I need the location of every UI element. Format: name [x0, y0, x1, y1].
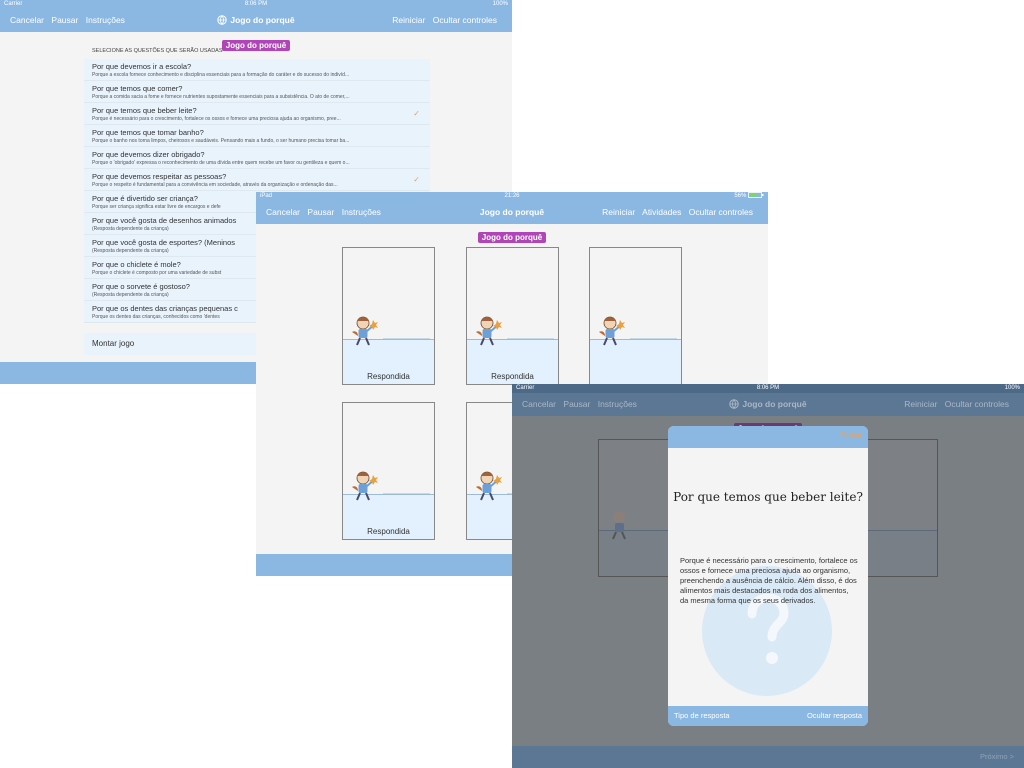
- child-illustration-icon: [476, 316, 502, 346]
- question-subtitle: Porque a escola fornece conhecimento e d…: [92, 72, 350, 78]
- question-card[interactable]: Respondida: [342, 402, 435, 540]
- card-status-label: Respondida: [367, 372, 410, 381]
- status-time: 21:26: [504, 193, 520, 199]
- battery-label: 100%: [492, 1, 508, 7]
- restart-button[interactable]: Reiniciar: [602, 207, 635, 217]
- restart-button[interactable]: Reiniciar: [904, 399, 937, 409]
- bottom-toolbar: Próximo >: [512, 746, 1024, 768]
- answer-modal: Fechar Por que temos que beber leite? Po…: [668, 426, 868, 726]
- battery-label: 56%: [734, 192, 764, 201]
- game-title-badge: Jogo do porquê: [477, 232, 547, 243]
- dimmed-card-left: [598, 439, 678, 577]
- navigation-bar: Cancelar Pausar Instruções Jogo do porqu…: [256, 201, 768, 224]
- activities-button[interactable]: Atividades: [642, 207, 681, 217]
- question-row[interactable]: Por que temos que comer? Porque a comida …: [84, 81, 430, 103]
- hide-answer-button[interactable]: Ocultar resposta: [807, 706, 862, 726]
- answer-type-button[interactable]: Tipo de resposta: [674, 706, 730, 726]
- game-title-badge: Jogo do porquê: [221, 40, 291, 51]
- child-illustration-icon: [352, 316, 378, 346]
- game-title-badge-wrap: Jogo do porquê: [0, 35, 512, 53]
- status-bar: iPad 21:26 56%: [256, 192, 768, 201]
- question-card[interactable]: [589, 247, 682, 385]
- modal-question: Por que temos que beber leite?: [673, 490, 863, 504]
- question-title: Por que devemos dizer obrigado?: [92, 150, 205, 159]
- question-row[interactable]: Por que temos que beber leite? Porque é n…: [84, 103, 430, 125]
- section-header: SELECIONE AS QUESTÕES QUE SERÃO USADAS: [92, 48, 223, 54]
- question-row[interactable]: Por que devemos ir a escola? Porque a esc…: [84, 59, 430, 81]
- battery-icon: [748, 192, 764, 198]
- game-title-badge-wrap: Jogo do porquê: [256, 227, 768, 245]
- child-illustration-icon: [352, 471, 378, 501]
- card-divider: [507, 338, 554, 339]
- question-subtitle: Porque a comida sacia a fome e fornece n…: [92, 94, 350, 100]
- question-subtitle: Porque o banho nos torna limpos, cheiros…: [92, 138, 350, 144]
- question-subtitle: Porque é necessário para o crescimento, …: [92, 116, 341, 122]
- question-title: Por que temos que beber leite?: [92, 106, 197, 115]
- nav-title-text: Jogo do porquê: [230, 15, 295, 25]
- checkmark-icon: ✓: [413, 175, 420, 184]
- navigation-bar: Cancelar Pausar Instruções Jogo do porqu…: [0, 9, 512, 32]
- question-card[interactable]: Respondida: [466, 247, 559, 385]
- question-subtitle: Porque o respeito é fundamental para a c…: [92, 182, 338, 188]
- card-status-label: Respondida: [491, 372, 534, 381]
- status-bar: Carrier 8:06 PM 100%: [0, 0, 512, 9]
- hide-controls-button[interactable]: Ocultar controles: [689, 207, 753, 217]
- child-illustration-icon: [599, 316, 625, 346]
- card-divider: [383, 493, 430, 494]
- question-card[interactable]: Respondida: [342, 247, 435, 385]
- globe-icon: [217, 15, 228, 25]
- question-title: Por que temos que comer?: [92, 84, 183, 93]
- navigation-bar: Cancelar Pausar Instruções Jogo do porqu…: [512, 393, 1024, 416]
- question-row[interactable]: Por que devemos respeitar as pessoas? Por…: [84, 169, 430, 191]
- restart-button[interactable]: Reiniciar: [392, 15, 425, 25]
- question-title: Por que devemos respeitar as pessoas?: [92, 172, 227, 181]
- battery-label: 100%: [1004, 385, 1020, 391]
- modal-header: Fechar: [668, 426, 868, 448]
- modal-footer: Tipo de resposta Ocultar resposta: [668, 706, 868, 726]
- checkmark-icon: ✓: [413, 109, 420, 118]
- globe-icon: [729, 399, 740, 409]
- modal-answer: Porque é necessário para o crescimento, …: [680, 556, 858, 605]
- question-row[interactable]: Por que devemos dizer obrigado? Porque o …: [84, 147, 430, 169]
- status-bar: Carrier 8:06 PM 100%: [512, 384, 1024, 393]
- status-time: 8:06 PM: [244, 1, 268, 7]
- hide-controls-button[interactable]: Ocultar controles: [945, 399, 1009, 409]
- question-subtitle: Porque o 'obrigado' expressa o reconheci…: [92, 160, 350, 166]
- card-divider: [383, 338, 430, 339]
- card-status-label: Respondida: [367, 527, 410, 536]
- hide-controls-button[interactable]: Ocultar controles: [433, 15, 497, 25]
- nav-title-text: Jogo do porquê: [742, 399, 807, 409]
- next-button[interactable]: Próximo >: [980, 752, 1014, 761]
- close-button[interactable]: Fechar: [840, 432, 862, 439]
- child-illustration-icon: [612, 511, 626, 540]
- question-row[interactable]: Por que temos que tomar banho? Porque o b…: [84, 125, 430, 147]
- question-detail-screen: Carrier 8:06 PM 100% Cancelar Pausar Ins…: [512, 384, 1024, 768]
- child-illustration-icon: [476, 471, 502, 501]
- status-time: 8:06 PM: [756, 385, 780, 391]
- question-title: Por que devemos ir a escola?: [92, 62, 192, 71]
- card-divider: [630, 338, 677, 339]
- dimmed-card-right: [858, 439, 938, 577]
- question-title: Por que temos que tomar banho?: [92, 128, 204, 137]
